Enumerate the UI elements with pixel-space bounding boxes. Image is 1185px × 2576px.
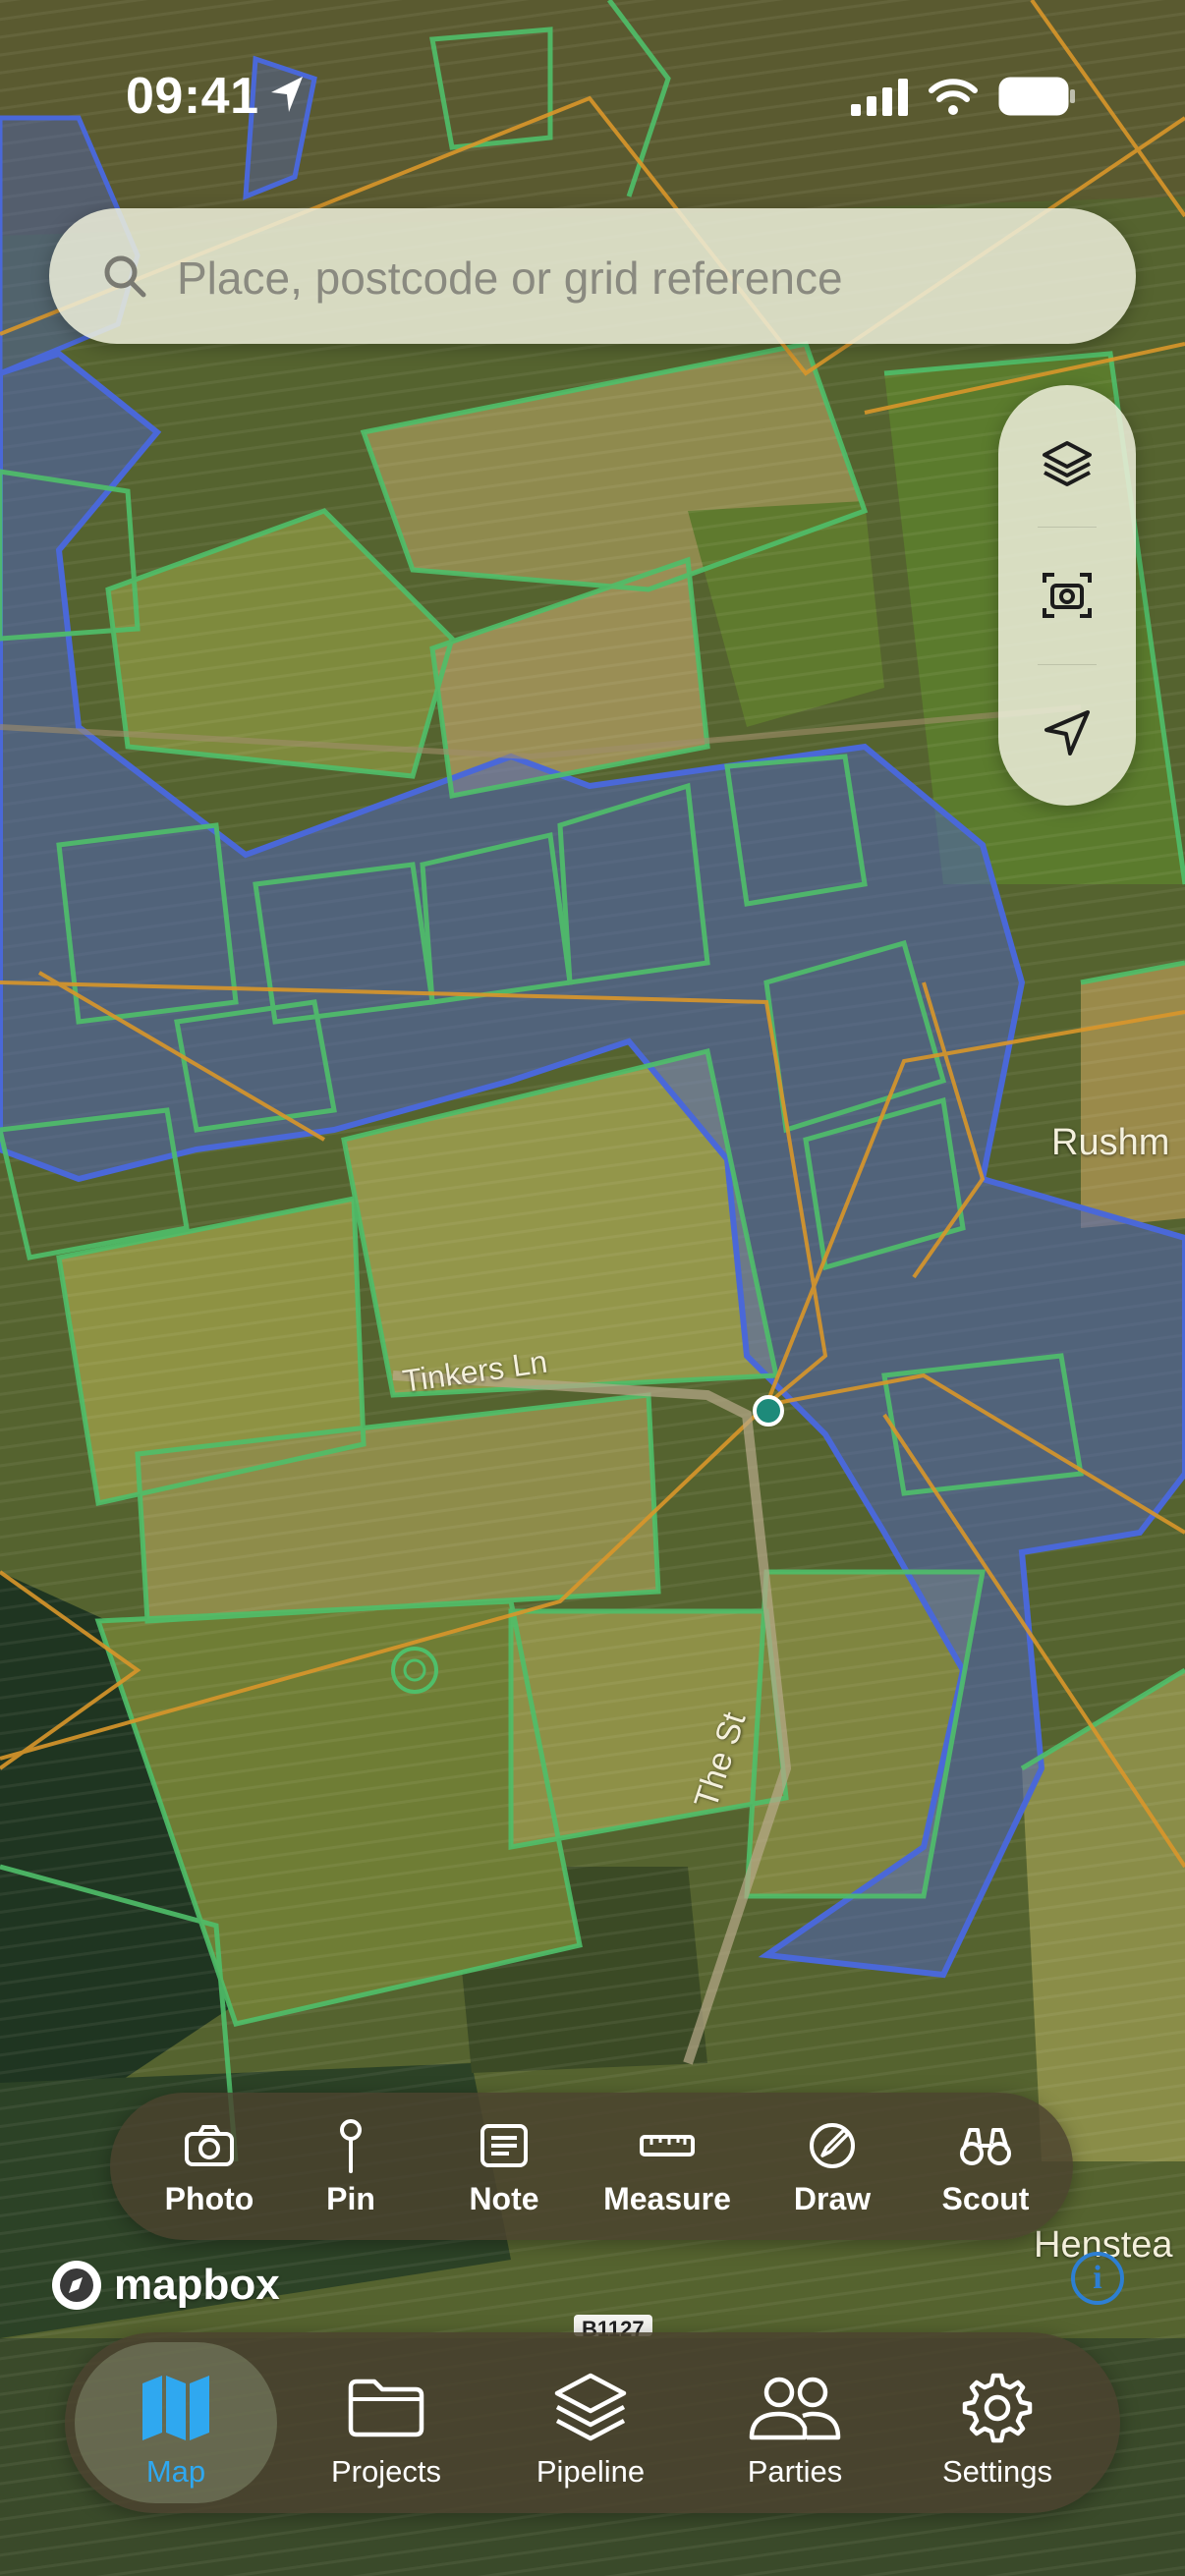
people-icon — [749, 2377, 841, 2440]
ruler-icon — [640, 2135, 695, 2156]
photo-label: Photo — [164, 2181, 254, 2216]
camera-icon — [185, 2125, 234, 2166]
map-icon — [142, 2376, 209, 2440]
tab-parties-label: Parties — [747, 2454, 843, 2489]
locate-me-button[interactable] — [998, 664, 1136, 802]
stack-icon — [554, 2373, 627, 2441]
note-tool-button[interactable]: Note — [430, 2093, 578, 2240]
tab-bar: Map Projects Pipeline Parties Settings — [65, 2332, 1120, 2513]
search-placeholder: Place, postcode or grid reference — [177, 252, 843, 304]
pin-icon — [340, 2119, 362, 2173]
measure-tool-button[interactable]: Measure — [593, 2093, 741, 2240]
tab-projects[interactable]: Projects — [285, 2342, 487, 2503]
pin-label: Pin — [326, 2181, 375, 2216]
info-button[interactable]: i — [1071, 2252, 1124, 2305]
scout-tool-button[interactable]: Scout — [912, 2093, 1059, 2240]
folder-icon — [348, 2379, 424, 2437]
photo-tool-button[interactable]: Photo — [136, 2093, 283, 2240]
mapbox-attribution: mapbox — [49, 2258, 280, 2313]
tab-settings[interactable]: Settings — [896, 2342, 1099, 2503]
search-icon — [104, 255, 146, 298]
location-arrow-icon — [271, 77, 303, 112]
binoculars-icon — [960, 2128, 1011, 2165]
tab-pipeline[interactable]: Pipeline — [489, 2342, 692, 2503]
place-label-rushm: Rushm — [1051, 1122, 1170, 1163]
search-bar[interactable]: Place, postcode or grid reference — [49, 208, 1136, 344]
battery-icon — [998, 77, 1075, 116]
layers-icon — [1043, 441, 1092, 486]
tab-pipeline-label: Pipeline — [536, 2454, 646, 2489]
tab-settings-label: Settings — [941, 2454, 1052, 2489]
tab-map[interactable]: Map — [75, 2342, 277, 2503]
map-controls — [998, 385, 1136, 806]
tab-parties[interactable]: Parties — [694, 2342, 896, 2503]
draw-tool-button[interactable]: Draw — [759, 2093, 906, 2240]
note-label: Note — [469, 2181, 539, 2216]
camera-scan-icon — [1043, 573, 1092, 618]
tool-bar: Photo Pin Note Measure Draw Scout — [110, 2093, 1073, 2240]
note-icon — [480, 2124, 528, 2167]
pin-tool-button[interactable]: Pin — [277, 2093, 424, 2240]
wifi-icon — [929, 79, 978, 115]
camera-scan-button[interactable] — [998, 527, 1136, 664]
location-marker[interactable] — [753, 1395, 784, 1427]
mapbox-logo-icon — [52, 2261, 101, 2310]
layers-button[interactable] — [998, 395, 1136, 532]
cellular-signal-icon — [851, 79, 908, 116]
tab-map-label: Map — [145, 2454, 206, 2489]
draw-label: Draw — [793, 2181, 872, 2216]
tab-projects-label: Projects — [331, 2454, 441, 2489]
measure-label: Measure — [603, 2181, 731, 2216]
status-bar: 09:41 — [0, 0, 1185, 187]
status-time: 09:41 — [126, 68, 259, 125]
gear-icon — [962, 2373, 1033, 2443]
draw-icon — [810, 2123, 855, 2168]
scout-label: Scout — [941, 2181, 1030, 2216]
mapbox-wordmark: mapbox — [114, 2261, 280, 2309]
navigation-arrow-icon — [1044, 710, 1090, 756]
